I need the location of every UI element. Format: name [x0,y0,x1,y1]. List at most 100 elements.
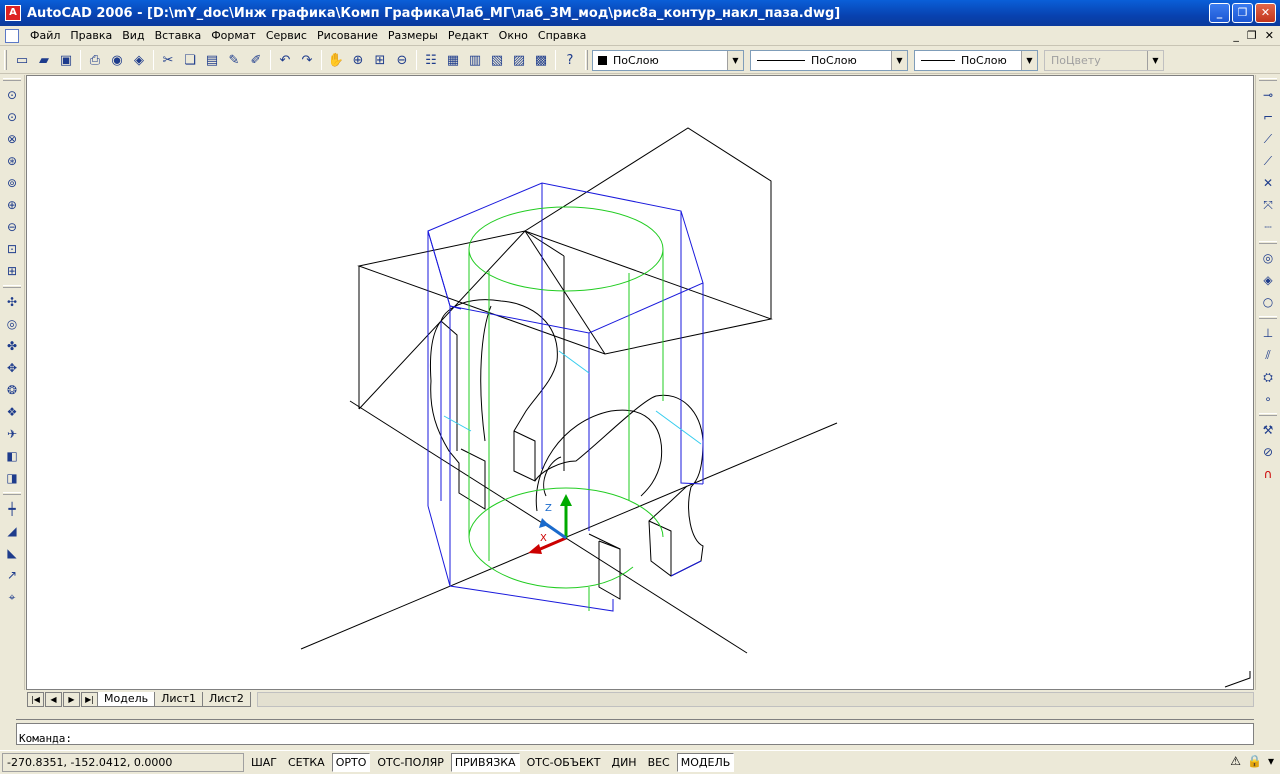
lock-icon[interactable]: 🔒 [1247,754,1262,768]
camera-icon[interactable]: ◎ [2,313,22,335]
linetype-combo[interactable]: ПоСлою ▼ [750,49,908,71]
toolpalettes-icon[interactable]: ▥ [464,49,486,71]
leader-icon[interactable]: ↗ [2,564,22,586]
chevron-down-icon[interactable]: ▼ [891,50,907,70]
autocad-logo-icon[interactable]: A [5,5,21,21]
copy-icon[interactable]: ❏ [179,49,201,71]
snap-quadrant-icon[interactable]: ┈ [1258,216,1278,238]
menu-file[interactable]: Файл [25,29,65,42]
zoom-center-icon[interactable]: ⊛ [2,150,22,172]
orbit-icon[interactable]: ✣ [2,291,22,313]
close-button[interactable]: ✕ [1255,3,1276,23]
model-toggle[interactable]: МОДЕЛЬ [676,753,735,772]
ortho-toggle[interactable]: ОРТО [331,753,371,772]
snap-node-icon[interactable]: ⫽ [1258,344,1278,366]
zoom-realtime-icon[interactable]: ⊕ [347,49,369,71]
lwt-toggle[interactable]: ВЕС [644,753,674,772]
designcenter-icon[interactable]: ▦ [442,49,464,71]
tray-settings-icon[interactable]: ▾ [1268,754,1274,768]
snap-tangent-icon[interactable]: ◎ [1258,247,1278,269]
color-combo[interactable]: ПоСлою ▼ [592,49,744,71]
menu-insert[interactable]: Вставка [150,29,207,42]
minimize-button[interactable]: _ [1209,3,1230,23]
dyn-toggle[interactable]: ДИН [607,753,640,772]
snap-clear-icon[interactable]: ⊘ [1258,441,1278,463]
communication-center-icon[interactable]: ⚠ [1230,754,1241,768]
snap-apparent-icon[interactable]: ⟋ [1258,150,1278,172]
restore-button[interactable]: ❐ [1232,3,1253,23]
paste-icon[interactable]: ▤ [201,49,223,71]
snap-endpoint-icon[interactable]: ⊸ [1258,84,1278,106]
command-input[interactable]: Команда: [16,723,1254,745]
first-tab-icon[interactable]: |◀ [27,691,44,707]
menu-tools[interactable]: Сервис [261,29,312,42]
menu-help[interactable]: Справка [533,29,591,42]
fly-icon[interactable]: ✈ [2,423,22,445]
snap-midpoint-icon[interactable]: ⌐ [1258,106,1278,128]
doc-close-button[interactable]: ✕ [1265,29,1274,42]
menu-draw[interactable]: Рисование [312,29,383,42]
otrack-toggle[interactable]: ОТС-ОБЪЕКТ [523,753,605,772]
osnap-settings-icon[interactable]: ⚒ [1258,419,1278,441]
toolbar-grip[interactable] [585,50,588,70]
materials-icon[interactable]: ◨ [2,467,22,489]
zoom-dynamic-icon[interactable]: ⊙ [2,106,22,128]
polar-toggle[interactable]: ОТС-ПОЛЯР [373,753,448,772]
preview-icon[interactable]: ◉ [106,49,128,71]
zoom-previous-icon[interactable]: ⊖ [391,49,413,71]
snap-perpendicular-icon[interactable]: ◈ [1258,269,1278,291]
matchprop-icon[interactable]: ✎ [223,49,245,71]
continuous-orbit-icon[interactable]: ✥ [2,357,22,379]
horizontal-scrollbar[interactable] [256,691,1254,707]
prev-tab-icon[interactable]: ◀ [45,691,62,707]
properties-icon[interactable]: ☷ [420,49,442,71]
zoom-all-icon[interactable]: ⊡ [2,238,22,260]
markup-icon[interactable]: ▨ [508,49,530,71]
toolbar-grip[interactable] [1259,78,1277,81]
zoom-out-icon[interactable]: ⊖ [2,216,22,238]
doc-restore-button[interactable]: ❐ [1247,29,1257,42]
menu-dimension[interactable]: Размеры [383,29,443,42]
zoom-in-icon[interactable]: ⊕ [2,194,22,216]
cut-icon[interactable]: ✂ [157,49,179,71]
dimension-linear-icon[interactable]: ┿ [2,498,22,520]
menu-view[interactable]: Вид [117,29,149,42]
open-icon[interactable]: ▰ [33,49,55,71]
zoom-window-icon[interactable]: ⊙ [2,84,22,106]
zoom-window-icon[interactable]: ⊞ [369,49,391,71]
render-icon[interactable]: ◧ [2,445,22,467]
tab-model[interactable]: Модель [97,691,156,707]
redo-icon[interactable]: ↷ [296,49,318,71]
snap-none-icon[interactable]: ∘ [1258,388,1278,410]
next-tab-icon[interactable]: ▶ [63,691,80,707]
help-icon[interactable]: ? [559,49,581,71]
zoom-scale-icon[interactable]: ⊗ [2,128,22,150]
snap-toggle[interactable]: ШАГ [247,753,281,772]
snap-insert-icon[interactable]: ⊥ [1258,322,1278,344]
chevron-down-icon[interactable]: ▼ [1021,50,1037,70]
chevron-down-icon[interactable]: ▼ [727,50,743,70]
zoom-extents-icon[interactable]: ⊞ [2,260,22,282]
undo-icon[interactable]: ↶ [274,49,296,71]
dimension-arc-icon[interactable]: ◣ [2,542,22,564]
snap-parallel-icon[interactable]: ○ [1258,291,1278,313]
drawing-area[interactable]: Z X [26,75,1254,690]
menu-window[interactable]: Окно [494,29,533,42]
toolbar-grip[interactable] [3,492,21,495]
last-tab-icon[interactable]: ▶| [81,691,98,707]
save-icon[interactable]: ▣ [55,49,77,71]
tolerance-icon[interactable]: ⌖ [2,586,22,608]
coordinate-readout[interactable]: -270.8351, -152.0412, 0.0000 [2,753,244,772]
publish-icon[interactable]: ◈ [128,49,150,71]
swivel-icon[interactable]: ❂ [2,379,22,401]
snap-extension-icon[interactable]: ✕ [1258,172,1278,194]
walk-icon[interactable]: ❖ [2,401,22,423]
osnap-toggle[interactable]: ПРИВЯЗКА [450,753,520,772]
blockedit-icon[interactable]: ✐ [245,49,267,71]
calculator-icon[interactable]: ▩ [530,49,552,71]
magnet-icon[interactable]: ∩ [1258,463,1278,485]
menu-format[interactable]: Формат [206,29,261,42]
tab-layout1[interactable]: Лист1 [154,691,203,707]
toolbar-grip[interactable] [3,78,21,81]
free-orbit-icon[interactable]: ✤ [2,335,22,357]
